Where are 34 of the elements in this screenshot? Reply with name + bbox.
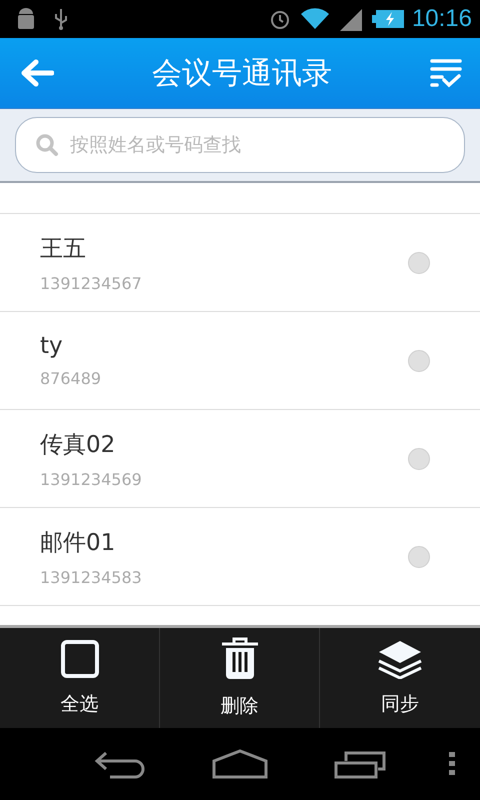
battery-icon	[372, 8, 404, 30]
wifi-icon	[300, 8, 330, 30]
recent-apps-icon[interactable]	[334, 749, 386, 779]
page-title: 会议号通讯录	[152, 54, 332, 92]
radio-button[interactable]	[408, 546, 430, 568]
layers-icon	[377, 639, 423, 679]
contact-name: 王五	[40, 234, 87, 264]
contact-row[interactable]: 传真02 1391234569	[0, 410, 480, 508]
search-field[interactable]: 按照姓名或号码查找	[15, 117, 465, 173]
checklist-icon[interactable]	[430, 58, 462, 88]
contact-number: 1391234583	[40, 568, 142, 586]
contact-name: 邮件01	[40, 528, 116, 558]
toolbar-button[interactable]: 同步	[320, 628, 480, 728]
contact-row[interactable]: 王五 1391234567	[0, 214, 480, 312]
radio-button[interactable]	[408, 448, 430, 470]
contact-row[interactable]: 邮件01 1391234583	[0, 508, 480, 606]
usb-icon	[52, 7, 70, 31]
home-icon[interactable]	[212, 749, 268, 779]
contact-number: 1391234569	[40, 470, 142, 488]
back-arrow-icon[interactable]	[20, 58, 54, 88]
radio-button[interactable]	[408, 350, 430, 372]
trash-icon	[220, 637, 260, 681]
square-icon	[60, 639, 100, 679]
signal-icon	[338, 7, 364, 31]
search-icon	[35, 133, 59, 157]
contact-row[interactable]: ty 876489	[0, 312, 480, 410]
contact-name: 传真02	[40, 430, 116, 460]
status-time: 10:16	[412, 5, 472, 33]
contact-number: 876489	[40, 369, 102, 388]
contact-number: 1391234567	[40, 274, 142, 292]
contact-name: ty	[40, 333, 64, 359]
more-icon[interactable]	[448, 751, 456, 777]
back-icon[interactable]	[94, 749, 146, 779]
radio-button[interactable]	[408, 252, 430, 274]
